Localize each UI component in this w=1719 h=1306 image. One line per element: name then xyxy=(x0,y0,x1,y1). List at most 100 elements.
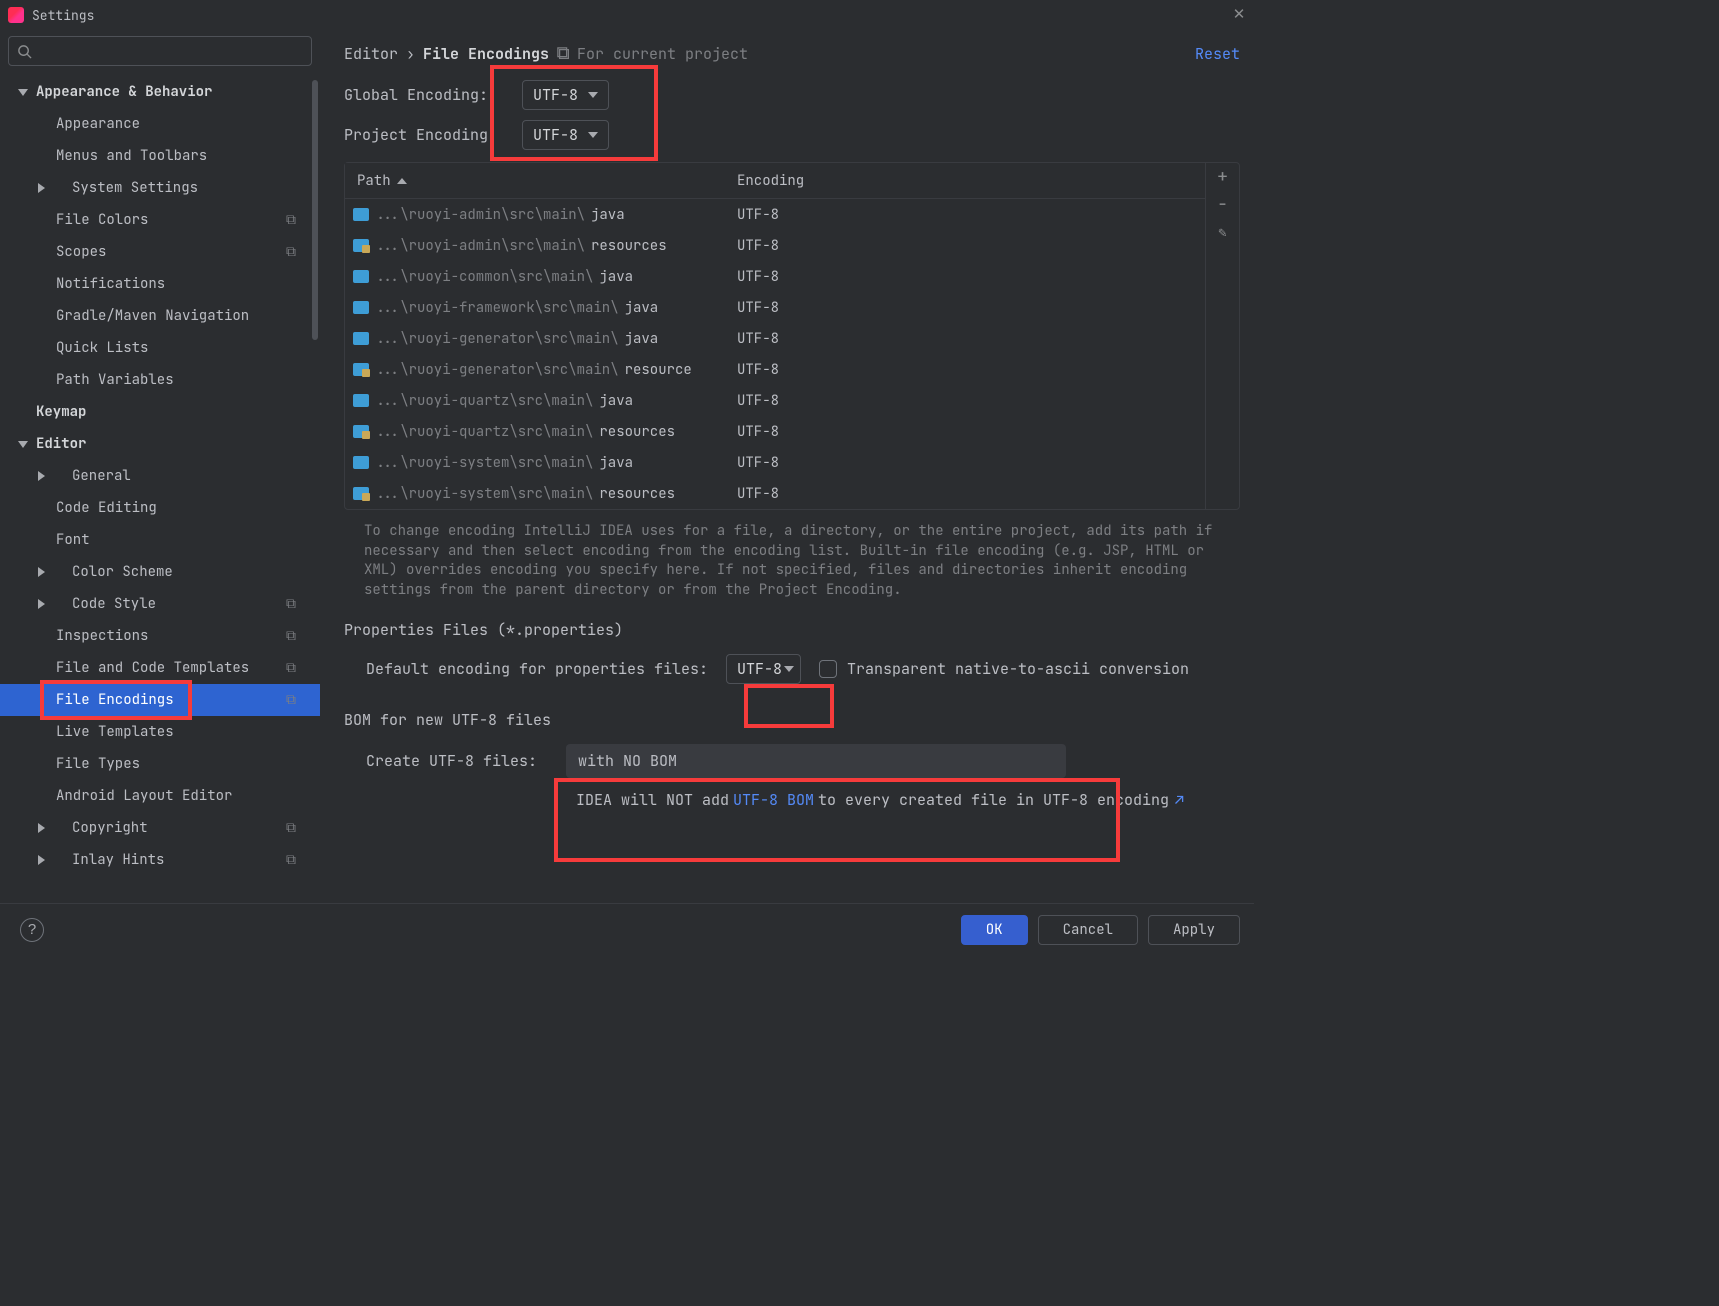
remove-row-icon[interactable]: − xyxy=(1215,197,1231,213)
search-icon xyxy=(17,44,32,59)
sidebar-item-label: General xyxy=(72,467,131,485)
table-row[interactable]: ...\ruoyi-system\src\main\resourcesUTF-8 xyxy=(345,478,1205,509)
expand-arrow-icon xyxy=(38,183,45,193)
sidebar-item-label: File Types xyxy=(56,755,140,773)
dialog-footer: ? OK Cancel Apply xyxy=(0,903,1254,955)
sidebar-item-label: Live Templates xyxy=(56,723,174,741)
settings-sidebar: Appearance & Behavior AppearanceMenus and… xyxy=(0,30,320,903)
sidebar-item[interactable]: File Colors⧉ xyxy=(0,204,320,236)
default-properties-encoding-dropdown[interactable]: UTF-8 xyxy=(726,654,801,684)
cell-path: ...\ruoyi-system\src\main\resources xyxy=(345,485,725,503)
sidebar-item[interactable]: Inlay Hints⧉ xyxy=(0,844,320,876)
sidebar-item[interactable]: Keymap xyxy=(0,396,320,428)
sidebar-item[interactable]: File Types xyxy=(0,748,320,780)
sidebar-item[interactable]: File and Code Templates⧉ xyxy=(0,652,320,684)
project-scope-icon xyxy=(557,47,571,61)
sidebar-item[interactable]: Code Editing xyxy=(0,492,320,524)
scrollbar[interactable] xyxy=(312,80,318,340)
sort-asc-icon xyxy=(397,178,407,184)
sidebar-item[interactable]: Code Style⧉ xyxy=(0,588,320,620)
resources-folder-icon xyxy=(353,425,369,438)
table-row[interactable]: ...\ruoyi-generator\src\main\resourceUTF… xyxy=(345,354,1205,385)
table-row[interactable]: ...\ruoyi-framework\src\main\javaUTF-8 xyxy=(345,292,1205,323)
sidebar-item[interactable]: Color Scheme xyxy=(0,556,320,588)
breadcrumb: Editor › File Encodings For current proj… xyxy=(344,44,1240,64)
sidebar-item[interactable]: Quick Lists xyxy=(0,332,320,364)
sidebar-item[interactable]: Live Templates xyxy=(0,716,320,748)
bom-note: IDEA will NOT add UTF-8 BOM to every cre… xyxy=(344,790,1240,810)
project-scope-icon: ⧉ xyxy=(286,595,296,613)
sidebar-item-label: Appearance & Behavior xyxy=(36,83,212,101)
settings-panel: Editor › File Encodings For current proj… xyxy=(320,30,1254,903)
folder-icon xyxy=(353,456,369,469)
sidebar-item[interactable]: General xyxy=(0,460,320,492)
sidebar-item-label: Notifications xyxy=(56,275,165,293)
cell-path: ...\ruoyi-quartz\src\main\java xyxy=(345,392,725,410)
transparent-ascii-label: Transparent native-to-ascii conversion xyxy=(847,659,1189,679)
cell-encoding: UTF-8 xyxy=(725,392,779,410)
cell-encoding: UTF-8 xyxy=(725,361,779,379)
sidebar-item[interactable]: Appearance xyxy=(0,108,320,140)
table-row[interactable]: ...\ruoyi-quartz\src\main\javaUTF-8 xyxy=(345,385,1205,416)
sidebar-item-label: Editor xyxy=(36,435,86,453)
sidebar-item[interactable]: Android Layout Editor xyxy=(0,780,320,812)
ok-button[interactable]: OK xyxy=(961,915,1028,945)
apply-button[interactable]: Apply xyxy=(1148,915,1240,945)
sidebar-item[interactable]: Copyright⧉ xyxy=(0,812,320,844)
reset-button[interactable]: Reset xyxy=(1195,44,1240,64)
chevron-down-icon xyxy=(588,92,598,98)
column-encoding[interactable]: Encoding xyxy=(725,172,816,190)
table-row[interactable]: ...\ruoyi-admin\src\main\javaUTF-8 xyxy=(345,199,1205,230)
table-row[interactable]: ...\ruoyi-common\src\main\javaUTF-8 xyxy=(345,261,1205,292)
sidebar-item-label: Font xyxy=(56,531,90,549)
breadcrumb-current: File Encodings xyxy=(423,44,549,64)
sidebar-item[interactable]: Appearance & Behavior xyxy=(0,76,320,108)
help-icon[interactable]: ? xyxy=(20,918,44,942)
chevron-down-icon xyxy=(588,132,598,138)
expand-arrow-icon xyxy=(38,855,45,865)
expand-arrow-icon xyxy=(38,567,45,577)
cell-path: ...\ruoyi-admin\src\main\resources xyxy=(345,237,725,255)
sidebar-item[interactable]: Scopes⧉ xyxy=(0,236,320,268)
sidebar-item[interactable]: Editor xyxy=(0,428,320,460)
cell-path: ...\ruoyi-generator\src\main\java xyxy=(345,330,725,348)
sidebar-item-label: Color Scheme xyxy=(72,563,173,581)
sidebar-item[interactable]: Inspections⧉ xyxy=(0,620,320,652)
add-row-icon[interactable]: + xyxy=(1215,169,1231,185)
sidebar-item[interactable]: Menus and Toolbars xyxy=(0,140,320,172)
project-scope-icon: ⧉ xyxy=(286,659,296,677)
global-encoding-label: Global Encoding: xyxy=(344,85,522,105)
table-row[interactable]: ...\ruoyi-quartz\src\main\resourcesUTF-8 xyxy=(345,416,1205,447)
create-utf8-label: Create UTF-8 files: xyxy=(366,751,554,771)
expand-arrow-icon xyxy=(38,599,45,609)
sidebar-item[interactable]: Gradle/Maven Navigation xyxy=(0,300,320,332)
utf8-bom-link[interactable]: UTF-8 BOM xyxy=(733,790,814,810)
table-row[interactable]: ...\ruoyi-system\src\main\javaUTF-8 xyxy=(345,447,1205,478)
global-encoding-dropdown[interactable]: UTF-8 xyxy=(522,80,609,110)
project-scope-icon: ⧉ xyxy=(286,851,296,869)
search-input[interactable] xyxy=(8,36,312,66)
help-text: To change encoding IntelliJ IDEA uses fo… xyxy=(344,510,1240,612)
sidebar-item[interactable]: Path Variables xyxy=(0,364,320,396)
table-row[interactable]: ...\ruoyi-generator\src\main\javaUTF-8 xyxy=(345,323,1205,354)
cancel-button[interactable]: Cancel xyxy=(1038,915,1138,945)
sidebar-item[interactable]: System Settings xyxy=(0,172,320,204)
project-encoding-dropdown[interactable]: UTF-8 xyxy=(522,120,609,150)
create-utf8-dropdown[interactable]: with NO BOM xyxy=(566,744,1066,778)
transparent-ascii-checkbox[interactable] xyxy=(819,660,837,678)
cell-path: ...\ruoyi-system\src\main\java xyxy=(345,454,725,472)
table-header: Path Encoding xyxy=(345,163,1205,199)
close-icon[interactable]: ✕ xyxy=(1232,8,1246,22)
edit-row-icon[interactable]: ✎ xyxy=(1215,225,1231,241)
breadcrumb-scope: For current project xyxy=(557,44,748,64)
sidebar-item-label: Gradle/Maven Navigation xyxy=(56,307,249,325)
sidebar-item[interactable]: Notifications xyxy=(0,268,320,300)
sidebar-item[interactable]: File Encodings⧉ xyxy=(0,684,320,716)
titlebar: Settings ✕ xyxy=(0,0,1254,30)
table-row[interactable]: ...\ruoyi-admin\src\main\resourcesUTF-8 xyxy=(345,230,1205,261)
sidebar-item[interactable]: Font xyxy=(0,524,320,556)
column-path[interactable]: Path xyxy=(345,172,725,190)
intellij-logo-icon xyxy=(8,7,24,23)
project-scope-icon: ⧉ xyxy=(286,819,296,837)
cell-path: ...\ruoyi-framework\src\main\java xyxy=(345,299,725,317)
